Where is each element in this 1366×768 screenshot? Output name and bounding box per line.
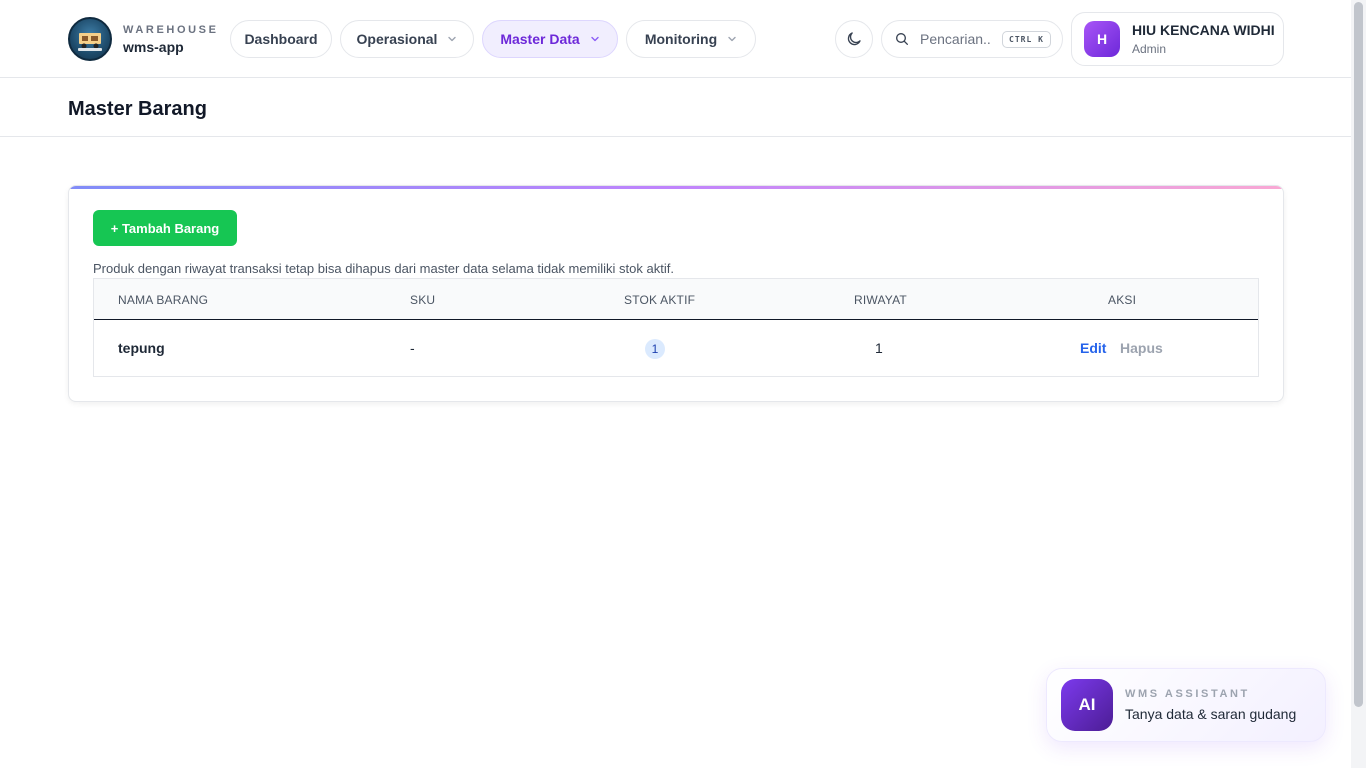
- assistant-kicker: WMS ASSISTANT: [1125, 688, 1250, 700]
- search-shortcut-hint: CTRL K: [1002, 30, 1051, 48]
- nav-operasional[interactable]: Operasional: [340, 20, 474, 58]
- column-header-stock: STOK AKTIF: [624, 293, 696, 307]
- card-accent-bar: [69, 186, 1283, 189]
- item-sku: -: [410, 340, 415, 356]
- scrollbar-thumb[interactable]: [1354, 2, 1363, 707]
- nav-master-data-label: Master Data: [500, 31, 580, 47]
- ai-badge: AI: [1061, 679, 1113, 731]
- search-icon: [896, 33, 908, 45]
- nav-operasional-label: Operasional: [356, 31, 438, 47]
- chevron-down-icon: [728, 36, 736, 42]
- column-header-name: NAMA BARANG: [118, 293, 209, 307]
- nav-monitoring[interactable]: Monitoring: [626, 20, 756, 58]
- column-header-sku: SKU: [410, 293, 436, 307]
- moon-icon: [847, 32, 861, 46]
- wms-assistant-widget[interactable]: AI WMS ASSISTANT Tanya data & saran guda…: [1046, 668, 1326, 742]
- avatar: H: [1084, 21, 1120, 57]
- nav-dashboard-label: Dashboard: [244, 31, 318, 47]
- table-row: tepung - 1 1 Edit Hapus: [94, 320, 1258, 376]
- user-role: Admin: [1132, 42, 1167, 56]
- column-header-history: RIWAYAT: [854, 293, 907, 307]
- delete-link[interactable]: Hapus: [1120, 340, 1163, 356]
- table-header: NAMA BARANG SKU STOK AKTIF RIWAYAT AKSI: [94, 279, 1258, 320]
- column-header-actions: AKSI: [1108, 293, 1137, 307]
- search-placeholder: Pencarian...: [920, 31, 990, 47]
- item-name: tepung: [118, 340, 165, 356]
- stock-badge: 1: [645, 339, 665, 359]
- warehouse-logo-icon: [68, 17, 112, 61]
- item-history: 1: [875, 340, 883, 356]
- user-name: HIU KENCANA WIDHI: [1132, 22, 1275, 38]
- brand[interactable]: WAREHOUSE wms-app: [68, 17, 219, 61]
- search-box[interactable]: Pencarian... CTRL K: [881, 20, 1063, 58]
- chevron-down-icon: [448, 36, 457, 42]
- page-header: Master Barang: [0, 78, 1351, 137]
- assistant-subtitle: Tanya data & saran gudang: [1125, 706, 1297, 722]
- items-table: NAMA BARANG SKU STOK AKTIF RIWAYAT AKSI …: [93, 278, 1259, 377]
- master-barang-card: + Tambah Barang Produk dengan riwayat tr…: [68, 185, 1284, 402]
- top-navigation-bar: WAREHOUSE wms-app Dashboard Operasional …: [0, 0, 1351, 78]
- brand-kicker: WAREHOUSE: [123, 23, 219, 36]
- chevron-down-icon: [590, 36, 599, 42]
- nav-dashboard[interactable]: Dashboard: [230, 20, 332, 58]
- page-scrollbar[interactable]: [1351, 0, 1366, 768]
- info-note: Produk dengan riwayat transaksi tetap bi…: [93, 261, 674, 276]
- user-menu[interactable]: H HIU KENCANA WIDHI Admin: [1071, 12, 1284, 66]
- nav-monitoring-label: Monitoring: [644, 31, 718, 47]
- add-item-button[interactable]: + Tambah Barang: [93, 210, 237, 246]
- brand-name: wms-app: [123, 38, 184, 55]
- theme-toggle-button[interactable]: [835, 20, 873, 58]
- nav-master-data[interactable]: Master Data: [482, 20, 618, 58]
- page-title: Master Barang: [68, 98, 207, 120]
- edit-link[interactable]: Edit: [1080, 340, 1106, 356]
